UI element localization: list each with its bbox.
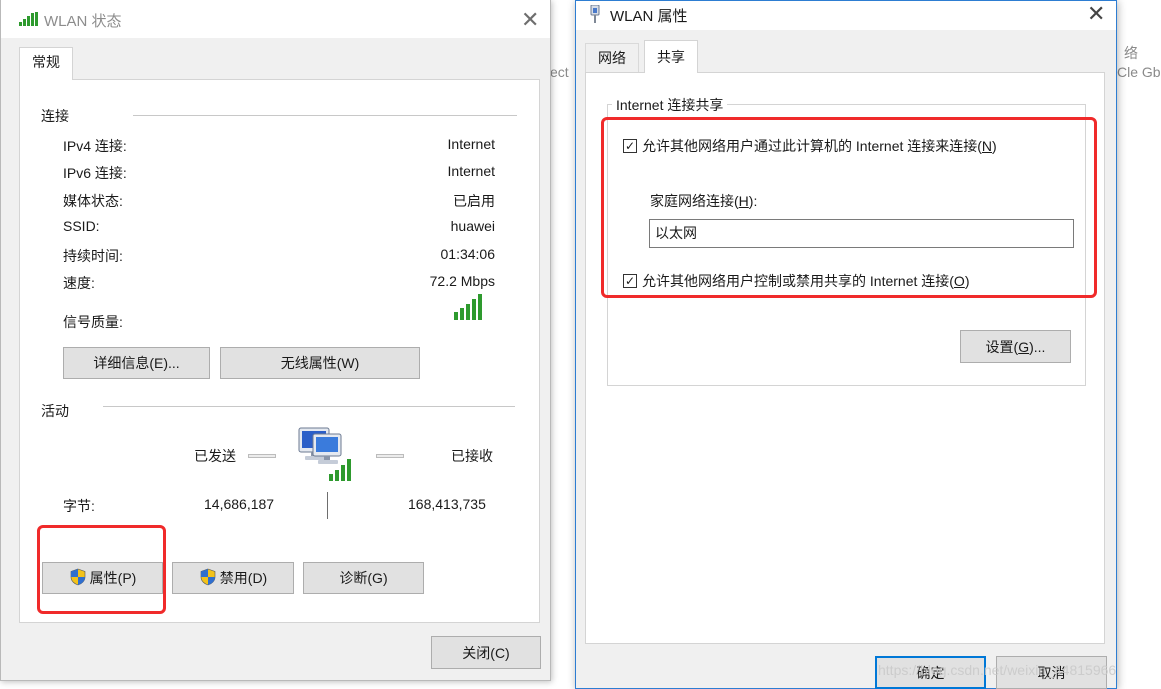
section-connection-heading: 连接 — [41, 108, 69, 124]
background-text-cle: Cle Gb — [1117, 64, 1161, 80]
received-label: 已接收 — [451, 448, 493, 464]
disable-button-label: 禁用(D) — [219, 570, 268, 586]
dialog-title: WLAN 属性 — [610, 8, 688, 25]
wireless-properties-button[interactable]: 无线属性(W) — [220, 347, 420, 379]
background-text-network: 络 — [1124, 45, 1138, 61]
title-bar[interactable]: WLAN 属性 ✕ — [576, 1, 1116, 30]
ssid-value: huawei — [450, 218, 495, 234]
tab-network[interactable]: 网络 — [585, 43, 639, 74]
uac-shield-icon — [199, 568, 217, 589]
close-button[interactable]: 关闭(C) — [431, 636, 541, 669]
speed-value: 72.2 Mbps — [429, 273, 495, 289]
ipv4-label: IPv4 连接: — [63, 138, 127, 154]
bytes-sent-value: 14,686,187 — [204, 496, 275, 512]
watermark-url: https://blog.csdn.net/weixin_44815966 — [878, 662, 1117, 678]
bytes-divider — [327, 492, 328, 519]
speed-label: 速度: — [63, 275, 95, 291]
wifi-signal-icon — [19, 12, 39, 29]
ics-group-title: Internet 连接共享 — [612, 95, 728, 115]
settings-button[interactable]: 设置(G)... — [960, 330, 1071, 363]
close-icon[interactable]: ✕ — [521, 9, 539, 31]
duration-label: 持续时间: — [63, 248, 123, 264]
details-button[interactable]: 详细信息(E)... — [63, 347, 210, 379]
ipv6-label: IPv6 连接: — [63, 165, 127, 181]
divider — [133, 115, 517, 116]
media-state-label: 媒体状态: — [63, 193, 123, 209]
sent-link-line — [248, 454, 276, 458]
close-icon[interactable]: ✕ — [1087, 3, 1105, 25]
network-computer-icon — [297, 424, 355, 485]
media-state-value: 已启用 — [453, 193, 495, 209]
ssid-label: SSID: — [63, 218, 100, 234]
red-highlight-box — [601, 117, 1097, 298]
disable-button[interactable]: 禁用(D) — [172, 562, 294, 594]
wlan-properties-dialog: WLAN 属性 ✕ 网络 共享 Internet 连接共享 ✓ 允许其他网络用户… — [575, 0, 1117, 689]
section-activity-heading: 活动 — [41, 403, 69, 419]
bytes-received-value: 168,413,735 — [408, 496, 486, 512]
title-bar[interactable]: WLAN 状态 ✕ — [1, 0, 550, 38]
sent-label: 已发送 — [194, 448, 236, 464]
wlan-status-dialog: WLAN 状态 ✕ 常规 连接 IPv4 连接: Internet IPv6 连… — [0, 0, 551, 681]
tab-general[interactable]: 常规 — [19, 47, 73, 80]
bytes-label: 字节: — [63, 498, 95, 514]
signal-strength-icon — [454, 294, 485, 323]
diagnose-button[interactable]: 诊断(G) — [303, 562, 424, 594]
duration-value: 01:34:06 — [440, 246, 496, 262]
background-text-ect: ect — [550, 64, 569, 80]
ipv4-value: Internet — [447, 136, 495, 152]
divider — [103, 406, 515, 407]
red-highlight-box — [37, 525, 166, 614]
ipv6-value: Internet — [447, 163, 495, 179]
signal-quality-label: 信号质量: — [63, 314, 123, 330]
received-link-line — [376, 454, 404, 458]
network-adapter-icon — [588, 4, 602, 28]
tab-sharing[interactable]: 共享 — [644, 40, 698, 73]
dialog-title: WLAN 状态 — [44, 13, 122, 30]
